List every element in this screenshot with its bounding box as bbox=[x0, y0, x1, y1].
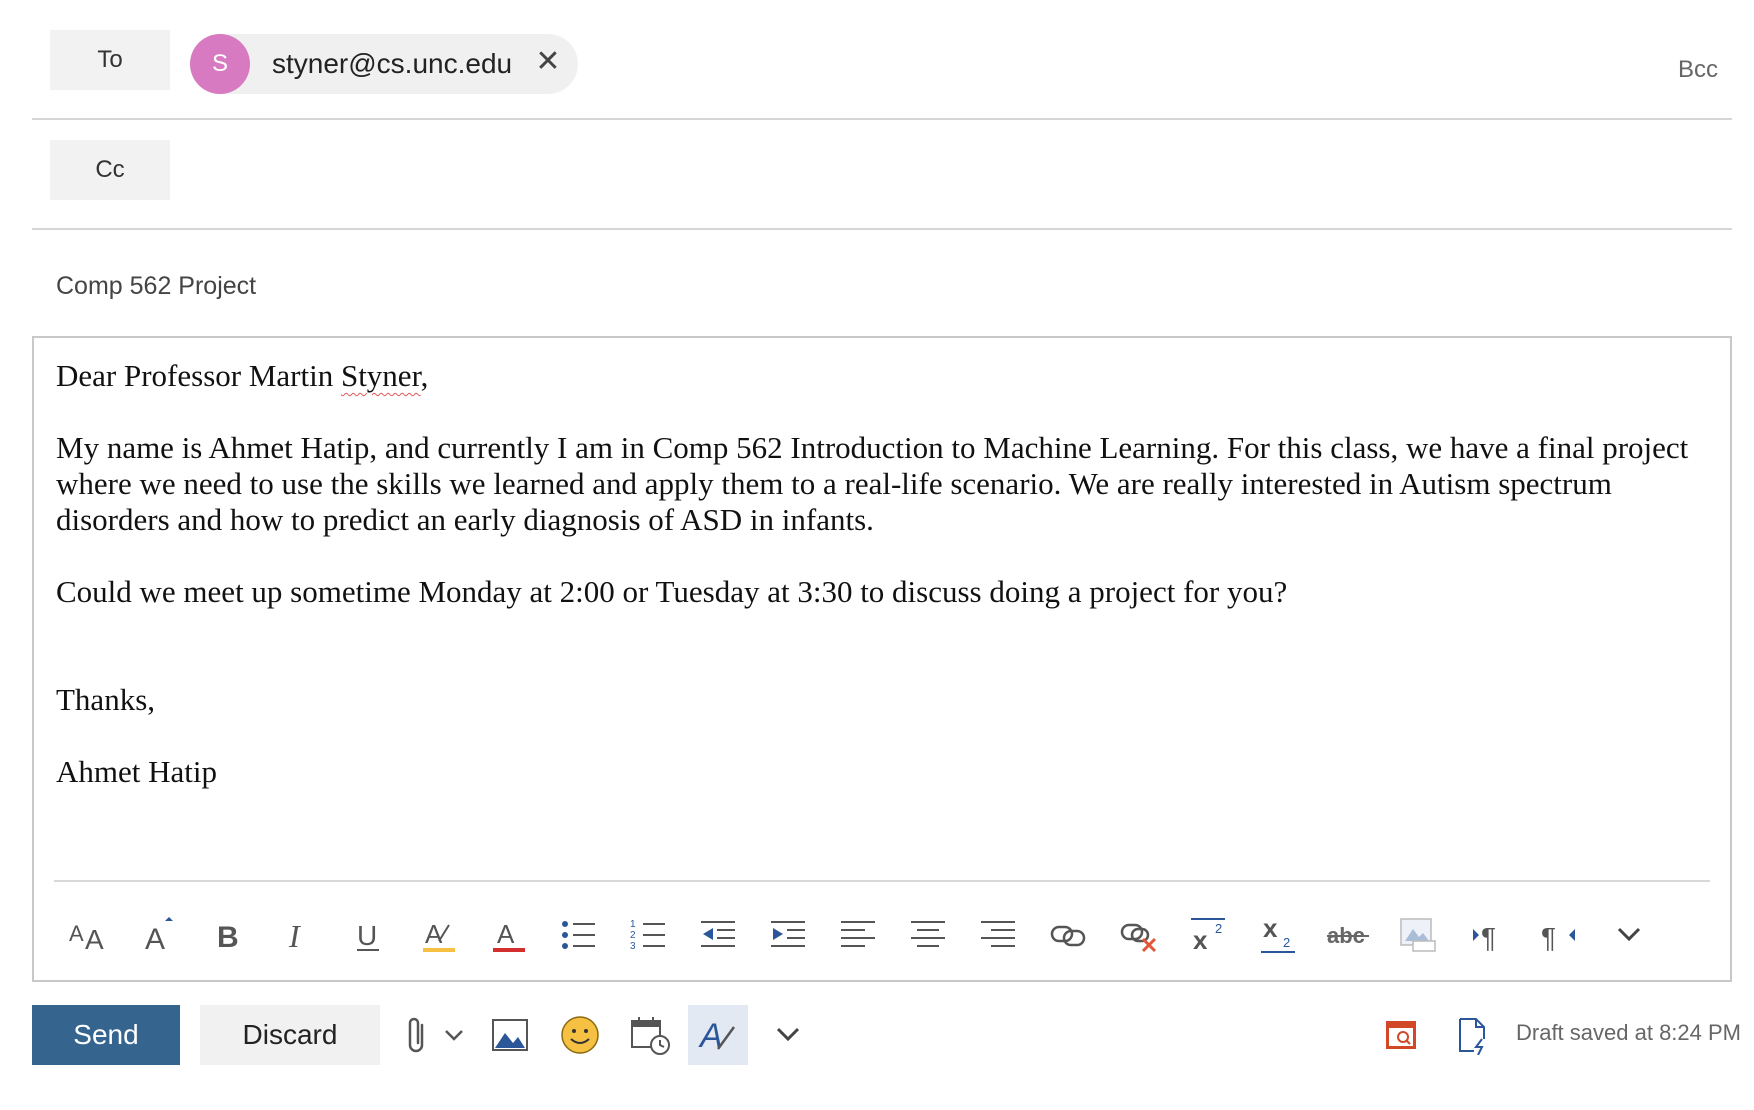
align-right-icon[interactable] bbox=[972, 908, 1026, 962]
align-center-icon[interactable] bbox=[902, 908, 956, 962]
svg-text:A: A bbox=[497, 919, 515, 949]
svg-text:B: B bbox=[217, 921, 239, 954]
editor-icon[interactable]: A bbox=[688, 1005, 748, 1065]
draft-saved-icon bbox=[1442, 1005, 1502, 1065]
calendar-event-icon[interactable] bbox=[1372, 1005, 1432, 1065]
insert-picture-inline-icon[interactable] bbox=[1392, 908, 1446, 962]
closing: Thanks, bbox=[56, 682, 156, 717]
svg-text:2: 2 bbox=[1215, 921, 1222, 936]
strikethrough-icon[interactable]: abc bbox=[1322, 908, 1376, 962]
toolbar-divider bbox=[54, 880, 1710, 882]
schedule-calendar-icon[interactable] bbox=[620, 1005, 680, 1065]
svg-text:x: x bbox=[1193, 925, 1208, 955]
paragraph-intro: My name is Ahmet Hatip, and currently I … bbox=[56, 430, 1689, 537]
svg-text:I: I bbox=[288, 918, 301, 954]
font-size-icon[interactable]: AA bbox=[62, 908, 116, 962]
greeting-punct: , bbox=[420, 358, 429, 393]
svg-text:A: A bbox=[425, 919, 443, 949]
message-body-editor[interactable]: Dear Professor Martin Styner, My name is… bbox=[32, 336, 1732, 982]
svg-text:2: 2 bbox=[1283, 935, 1290, 950]
font-color-icon[interactable]: A bbox=[482, 908, 536, 962]
svg-text:¶: ¶ bbox=[1541, 922, 1556, 953]
decrease-indent-icon[interactable] bbox=[692, 908, 746, 962]
more-formatting-icon[interactable] bbox=[1602, 908, 1656, 962]
divider bbox=[32, 118, 1732, 120]
svg-text:¶: ¶ bbox=[1481, 922, 1496, 953]
greeting: Dear Professor Martin Styner, bbox=[56, 358, 1696, 394]
svg-text:x: x bbox=[1263, 915, 1278, 943]
subject-input[interactable]: Comp 562 Project bbox=[56, 272, 256, 301]
italic-icon[interactable]: I bbox=[272, 908, 326, 962]
insert-link-icon[interactable] bbox=[1042, 908, 1096, 962]
more-options-icon[interactable] bbox=[758, 1005, 818, 1065]
svg-text:2: 2 bbox=[630, 930, 636, 941]
svg-text:A: A bbox=[145, 923, 165, 955]
svg-text:U: U bbox=[357, 920, 377, 951]
highlight-icon[interactable]: A bbox=[412, 908, 466, 962]
recipient-chip[interactable]: S styner@cs.unc.edu ✕ bbox=[190, 34, 578, 94]
send-button[interactable]: Send bbox=[32, 1005, 180, 1065]
attach-icon[interactable] bbox=[400, 1005, 480, 1065]
remove-recipient-icon[interactable]: ✕ bbox=[528, 42, 568, 82]
bcc-button[interactable]: Bcc bbox=[1678, 56, 1718, 84]
to-button[interactable]: To bbox=[50, 30, 170, 90]
insert-picture-icon[interactable] bbox=[480, 1005, 540, 1065]
svg-text:A: A bbox=[85, 924, 104, 955]
rtl-icon[interactable]: ¶ bbox=[1532, 908, 1586, 962]
increase-indent-icon[interactable] bbox=[762, 908, 816, 962]
svg-text:3: 3 bbox=[630, 941, 636, 952]
discard-button[interactable]: Discard bbox=[200, 1005, 380, 1065]
emoji-icon[interactable] bbox=[550, 1005, 610, 1065]
remove-link-icon[interactable] bbox=[1112, 908, 1166, 962]
greeting-text: Dear Professor Martin bbox=[56, 358, 341, 393]
message-body[interactable]: Dear Professor Martin Styner, My name is… bbox=[56, 358, 1696, 790]
misspelled-word[interactable]: Styner bbox=[341, 358, 421, 393]
signature: Ahmet Hatip bbox=[56, 754, 217, 789]
underline-icon[interactable]: U bbox=[342, 908, 396, 962]
paragraph-request: Could we meet up sometime Monday at 2:00… bbox=[56, 574, 1288, 609]
svg-text:1: 1 bbox=[630, 919, 636, 930]
numbering-icon[interactable]: 123 bbox=[622, 908, 676, 962]
align-left-icon[interactable] bbox=[832, 908, 886, 962]
grow-font-icon[interactable]: A bbox=[132, 908, 186, 962]
draft-status: Draft saved at 8:24 PM bbox=[1516, 1020, 1741, 1045]
divider bbox=[32, 228, 1732, 230]
svg-text:A: A bbox=[69, 921, 84, 946]
subscript-icon[interactable]: x2 bbox=[1252, 908, 1306, 962]
recipient-email: styner@cs.unc.edu bbox=[272, 48, 513, 79]
avatar: S bbox=[190, 34, 250, 94]
cc-button[interactable]: Cc bbox=[50, 140, 170, 200]
bold-icon[interactable]: B bbox=[202, 908, 256, 962]
superscript-icon[interactable]: x2 bbox=[1182, 908, 1236, 962]
ltr-icon[interactable]: ¶ bbox=[1462, 908, 1516, 962]
bullets-icon[interactable] bbox=[552, 908, 606, 962]
